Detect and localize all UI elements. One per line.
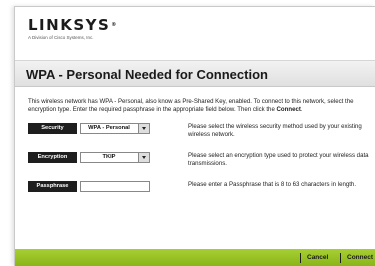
footer-divider <box>300 253 301 263</box>
passphrase-help-text: Please enter a Passphrase that is 8 to 6… <box>188 181 357 188</box>
trademark-symbol: ® <box>111 22 117 28</box>
passphrase-label: Passphrase <box>28 181 77 192</box>
logo-brand-text: LINKSYS <box>28 16 111 34</box>
passphrase-row: Passphrase <box>28 181 153 193</box>
encryption-select-value: TKIP <box>102 154 116 160</box>
security-help-text: Please select the wireless security meth… <box>188 123 362 138</box>
linksys-logo: LINKSYS® A Division of Cisco Systems, In… <box>28 16 117 41</box>
passphrase-field[interactable] <box>80 181 150 192</box>
encryption-help-text: Please select an encryption type used to… <box>188 152 369 167</box>
footer-divider <box>340 253 341 263</box>
logo-subtitle: A Division of Cisco Systems, Inc. <box>28 35 94 40</box>
encryption-select[interactable]: TKIP <box>80 152 150 163</box>
encryption-row: Encryption TKIP <box>28 152 153 164</box>
intro-end: . <box>300 105 303 113</box>
connect-button[interactable]: Connect <box>347 252 373 264</box>
setup-wizard-window: LINKSYS® A Division of Cisco Systems, In… <box>14 6 375 266</box>
intro-text: This wireless network has WPA - Personal… <box>28 98 370 113</box>
intro-connect-word: Connect <box>276 105 301 113</box>
page-background: LINKSYS® A Division of Cisco Systems, In… <box>0 0 375 266</box>
cancel-button[interactable]: Cancel <box>307 252 328 264</box>
security-select-value: WPA - Personal <box>88 125 130 131</box>
security-select[interactable]: WPA - Personal <box>80 123 150 134</box>
security-label: Security <box>28 123 77 134</box>
encryption-label: Encryption <box>28 152 77 163</box>
security-row: Security WPA - Personal <box>28 123 153 135</box>
chevron-down-icon[interactable] <box>138 124 149 133</box>
page-title: WPA - Personal Needed for Connection <box>26 67 268 82</box>
chevron-down-icon[interactable] <box>138 153 149 162</box>
intro-body: This wireless network has WPA - Personal… <box>28 98 354 113</box>
footer-bar: Cancel Connect <box>15 249 375 266</box>
title-bar: WPA - Personal Needed for Connection <box>15 60 375 87</box>
